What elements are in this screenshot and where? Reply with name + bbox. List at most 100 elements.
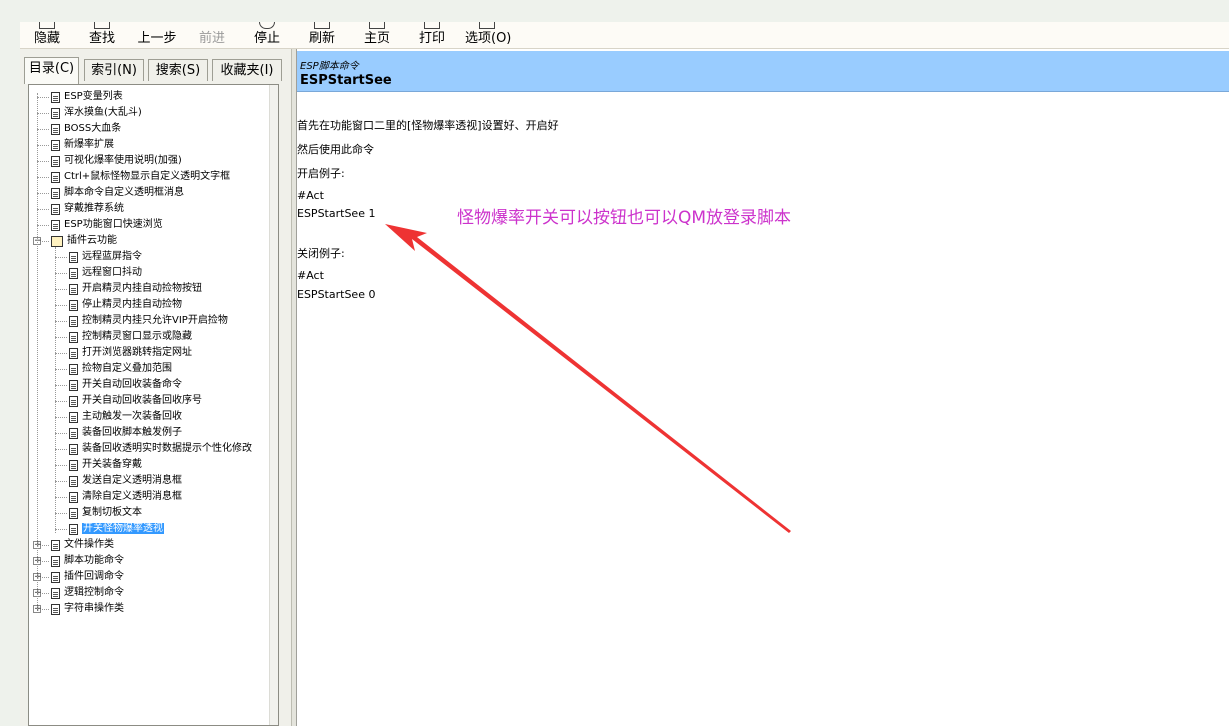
tree-connector [55,401,67,402]
tree-item[interactable]: 浑水摸鱼(大乱斗) [51,105,142,121]
printer-icon [424,22,440,29]
breadcrumb: ESP脚本命令 [300,61,359,72]
nav-tabs: 目录(C) 索引(N) 搜索(S) 收藏夹(I) [24,57,289,84]
document-icon [69,491,78,503]
tree-item[interactable]: 开启精灵内挂自动捡物按钮 [69,281,202,297]
tree-item[interactable]: 装备回收透明实时数据提示个性化修改 [69,441,252,457]
tree-item-collapsed[interactable]: 插件回调命令 [51,569,124,585]
tree-connector [55,353,67,354]
forward-arrow-icon [204,22,220,29]
tree-item[interactable]: 远程窗口抖动 [69,265,142,281]
tree-item[interactable]: 发送自定义透明消息框 [69,473,182,489]
tree-item-label: 浑水摸鱼(大乱斗) [64,107,142,118]
document-icon [69,507,78,519]
tree-item-label: 捡物自定义叠加范围 [82,363,172,374]
hide-button[interactable]: 隐藏 [32,22,62,48]
page-title: ESPStartSee [300,73,392,88]
tree-item[interactable]: 清除自定义透明消息框 [69,489,182,505]
refresh-icon [314,22,330,29]
tree-item-collapsed[interactable]: 逻辑控制命令 [51,585,124,601]
tree-item[interactable]: 主动触发一次装备回收 [69,409,182,425]
tree-item-label: 打开浏览器跳转指定网址 [82,347,192,358]
tree-item-label: 逻辑控制命令 [64,587,124,598]
tree-item-label: 远程蓝屏指令 [82,251,142,262]
tree-item-label: 控制精灵窗口显示或隐藏 [82,331,192,342]
print-button[interactable]: 打印 [417,22,447,48]
topic-line: ESPStartSee 0 [297,288,376,301]
tab-favorites[interactable]: 收藏夹(I) [212,59,282,81]
tree-item[interactable]: ESP功能窗口快速浏览 [51,217,163,233]
document-icon [69,395,78,407]
refresh-button[interactable]: 刷新 [307,22,337,48]
stop-button[interactable]: 停止 [252,22,282,48]
find-icon [94,22,110,29]
topic-line: 首先在功能窗口二里的[怪物爆率透视]设置好、开启好 [297,119,559,132]
tree-item[interactable]: 可视化爆率使用说明(加强) [51,153,182,169]
tree-item[interactable]: 穿戴推荐系统 [51,201,124,217]
tree-connector [55,305,67,306]
tree-connector [55,321,67,322]
tab-contents[interactable]: 目录(C) [24,57,79,84]
tree-scrollbar[interactable] [269,85,278,725]
tree-item[interactable]: 开关自动回收装备回收序号 [69,393,202,409]
tab-search[interactable]: 搜索(S) [148,59,208,81]
tree-item[interactable]: Ctrl+鼠标怪物显示自定义透明文字框 [51,169,230,185]
tree-item[interactable]: 脚本命令自定义透明框消息 [51,185,184,201]
options-button[interactable]: 选项(O) [465,22,511,48]
tree-item[interactable]: 开关装备穿戴 [69,457,142,473]
tree-item[interactable]: 捡物自定义叠加范围 [69,361,172,377]
topic-header: ESP脚本命令 ESPStartSee [297,51,1229,92]
tree-item[interactable]: 开关自动回收装备命令 [69,377,182,393]
topic-line: ESPStartSee 1 [297,207,376,220]
topic-line: 开启例子: [297,167,345,180]
tree-item[interactable]: 复制切板文本 [69,505,142,521]
tree-item[interactable]: 开关怪物爆率透视 [69,521,164,537]
tree-item-label: 远程窗口抖动 [82,267,142,278]
tree-item[interactable]: 停止精灵内挂自动捡物 [69,297,182,313]
find-button[interactable]: 查找 [87,22,117,48]
document-icon [51,187,60,199]
back-arrow-icon [149,22,165,29]
home-icon [369,22,385,29]
tree-item-collapsed[interactable]: 脚本功能命令 [51,553,124,569]
tree-item[interactable]: ESP变量列表 [51,89,123,105]
tab-index[interactable]: 索引(N) [84,59,144,81]
topic-pane: ESP脚本命令 ESPStartSee 首先在功能窗口二里的[怪物爆率透视]设置… [297,49,1229,726]
tree-connector [37,193,49,194]
tree-item-label: 脚本命令自定义透明框消息 [64,187,184,198]
tree-item[interactable]: 远程蓝屏指令 [69,249,142,265]
tree-connector [37,97,49,98]
tree-item[interactable]: 新爆率扩展 [51,137,114,153]
tree-item[interactable]: BOSS大血条 [51,121,121,137]
tree-item-label: 开关装备穿戴 [82,459,142,470]
topic-line: #Act [297,269,324,282]
tree-item-label: 开关自动回收装备回收序号 [82,395,202,406]
forward-button[interactable]: 前进 [196,22,228,48]
document-icon [51,219,60,231]
document-icon [51,139,60,151]
document-icon [51,155,60,167]
tree-connector [55,497,67,498]
tree-item-label: ESP变量列表 [64,91,123,102]
tree-item[interactable]: 装备回收脚本触发例子 [69,425,182,441]
tree-item-label: 开启精灵内挂自动捡物按钮 [82,283,202,294]
home-button[interactable]: 主页 [362,22,392,48]
tree-item[interactable]: 控制精灵窗口显示或隐藏 [69,329,192,345]
tree-item-collapsed[interactable]: 字符串操作类 [51,601,124,617]
tree-item[interactable]: 控制精灵内挂只允许VIP开启捡物 [69,313,228,329]
back-button[interactable]: 上一步 [136,22,178,48]
document-icon [69,331,78,343]
options-icon [479,22,495,29]
tree-item-label: 可视化爆率使用说明(加强) [64,155,182,166]
hide-icon [39,22,55,29]
tree-folder-plugin-cloud[interactable]: 插件云功能 [51,233,117,249]
topic-line: #Act [297,189,324,202]
tree-item-collapsed[interactable]: 文件操作类 [51,537,114,553]
tree-item[interactable]: 打开浏览器跳转指定网址 [69,345,192,361]
tree-item-label: 装备回收透明实时数据提示个性化修改 [82,443,252,454]
document-icon [69,411,78,423]
tree-item-label: 发送自定义透明消息框 [82,475,182,486]
tree-item-label: 控制精灵内挂只允许VIP开启捡物 [82,315,228,326]
document-icon [69,523,78,535]
tree-item-label: 主动触发一次装备回收 [82,411,182,422]
